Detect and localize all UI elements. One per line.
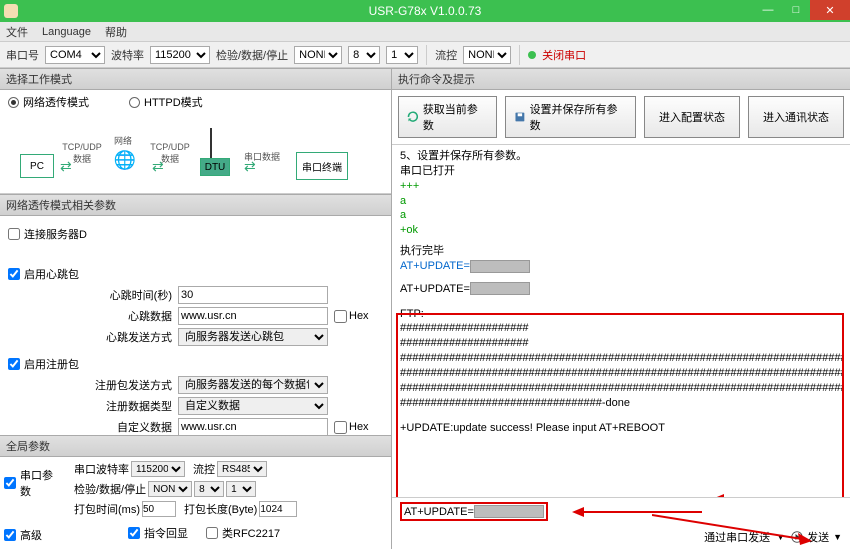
maximize-button[interactable]: □ bbox=[782, 0, 810, 20]
serial-params-checkbox[interactable] bbox=[4, 477, 16, 489]
sp-time-label: 打包时间(ms) bbox=[74, 501, 140, 517]
parity-label: 检验/数据/停止 bbox=[216, 47, 288, 63]
rfc2217-label: 类RFC2217 bbox=[222, 525, 280, 541]
heartbeat-time-label: 心跳时间(秒) bbox=[68, 287, 178, 303]
reg-enable-label: 启用注册包 bbox=[24, 356, 79, 372]
mode-httpd-radio[interactable]: HTTPD模式 bbox=[129, 94, 203, 110]
sp-stop-select[interactable]: 1 bbox=[226, 481, 256, 497]
sp-parity-label: 检验/数据/停止 bbox=[74, 481, 146, 497]
adv-checkbox[interactable] bbox=[4, 529, 16, 541]
net-label: 网络 bbox=[114, 134, 132, 147]
arrow-icon: ⇄ bbox=[244, 158, 256, 175]
menu-help[interactable]: 帮助 bbox=[105, 24, 127, 40]
log-console: 5、设置并保存所有参数。 串口已打开 +++ a a +ok 执行完毕 AT+U… bbox=[392, 145, 850, 497]
baud-select[interactable]: 115200 bbox=[150, 46, 210, 64]
enter-comm-button[interactable]: 进入通讯状态 bbox=[748, 96, 844, 138]
app-icon bbox=[4, 4, 18, 18]
reg-type-label: 注册数据类型 bbox=[68, 398, 178, 414]
reg-send-label: 注册包发送方式 bbox=[68, 377, 178, 393]
rfc2217-checkbox[interactable] bbox=[206, 527, 218, 539]
minimize-button[interactable]: — bbox=[754, 0, 782, 20]
log-line: AT+UPDATE= bbox=[400, 282, 842, 297]
save-params-button[interactable]: 设置并保存所有参数 bbox=[505, 96, 636, 138]
cmd-echo-checkbox[interactable] bbox=[128, 527, 140, 539]
adv-label: 高级 bbox=[20, 527, 42, 543]
heartbeat-send-label: 心跳发送方式 bbox=[68, 329, 178, 345]
sp-baud-select[interactable]: 115200 bbox=[131, 461, 185, 477]
log-line: +ok bbox=[400, 223, 842, 238]
log-line: a bbox=[400, 208, 842, 223]
port-status-icon bbox=[528, 51, 536, 59]
highlight-box-1 bbox=[396, 313, 844, 497]
menu-language[interactable]: Language bbox=[42, 26, 91, 38]
terminal-box: 串口终端 bbox=[296, 152, 348, 180]
conn-server-d-label: 连接服务器D bbox=[24, 226, 87, 242]
log-line: 执行完毕 bbox=[400, 244, 842, 259]
sp-parity-select[interactable]: NONE bbox=[148, 481, 192, 497]
close-port-link[interactable]: 关闭串口 bbox=[542, 47, 586, 63]
menu-bar: 文件 Language 帮助 bbox=[0, 22, 850, 42]
arrow-icon: ⇄ bbox=[60, 158, 72, 175]
sp-time-input[interactable] bbox=[142, 501, 176, 517]
reg-type-select[interactable]: 自定义数据 bbox=[178, 397, 328, 415]
send-via-label: 通过串口发送 bbox=[704, 529, 770, 545]
log-line: a bbox=[400, 194, 842, 209]
window-title: USR-G78x V1.0.0.73 bbox=[369, 4, 482, 18]
enter-config-button[interactable]: 进入配置状态 bbox=[644, 96, 740, 138]
topology-diagram: PC TCP/UDP数据 ⇄ 🌐 网络 TCP/UDP数据 ⇄ DTU 串口数据… bbox=[0, 114, 391, 194]
refresh-icon bbox=[407, 111, 419, 123]
flow-select[interactable]: NONE bbox=[463, 46, 511, 64]
log-line: AT+UPDATE= bbox=[400, 259, 842, 274]
sp-data-select[interactable]: 8 bbox=[194, 481, 224, 497]
parity-select[interactable]: NONE bbox=[294, 46, 342, 64]
global-header: 全局参数 bbox=[0, 435, 391, 457]
sp-flow-label: 流控 bbox=[193, 461, 215, 477]
get-params-button[interactable]: 获取当前参数 bbox=[398, 96, 497, 138]
log-line: 5、设置并保存所有参数。 bbox=[400, 149, 842, 164]
sp-flow-select[interactable]: RS485 bbox=[217, 461, 267, 477]
baud-label: 波特率 bbox=[111, 47, 144, 63]
reg-hex-checkbox[interactable] bbox=[334, 421, 347, 434]
heartbeat-enable-label: 启用心跳包 bbox=[24, 266, 79, 282]
log-line: +++ bbox=[400, 179, 842, 194]
workmode-header: 选择工作模式 bbox=[0, 68, 391, 90]
globe-icon: 🌐 bbox=[110, 150, 140, 171]
serial-params-label: 串口参数 bbox=[20, 467, 60, 499]
send-button[interactable]: 发送▼ bbox=[791, 529, 842, 545]
exec-header: 执行命令及提示 bbox=[392, 68, 850, 90]
cmd-echo-label: 指令回显 bbox=[144, 525, 188, 541]
stopbits-select[interactable]: 1 bbox=[386, 46, 418, 64]
flow-label: 流控 bbox=[435, 47, 457, 63]
log-line: 串口已打开 bbox=[400, 164, 842, 179]
save-icon bbox=[514, 111, 526, 123]
netparams-header: 网络透传模式相关参数 bbox=[0, 194, 391, 216]
sp-len-input[interactable] bbox=[259, 501, 297, 517]
heartbeat-time-input[interactable] bbox=[178, 286, 328, 304]
arrow-icon: ⇄ bbox=[152, 158, 164, 175]
portno-label: 串口号 bbox=[6, 47, 39, 63]
heartbeat-hex-checkbox[interactable] bbox=[334, 310, 347, 323]
reg-send-select[interactable]: 向服务器发送的每个数据包 bbox=[178, 376, 328, 394]
mode-net-radio[interactable]: 网络透传模式 bbox=[8, 94, 89, 110]
dtu-box: DTU bbox=[200, 158, 230, 176]
heartbeat-data-label: 心跳数据 bbox=[68, 308, 178, 324]
reg-custom-input[interactable] bbox=[178, 418, 328, 435]
sp-baud-label: 串口波特率 bbox=[74, 461, 129, 477]
antenna-icon bbox=[210, 128, 212, 158]
reg-enable-checkbox[interactable] bbox=[8, 358, 20, 370]
reg-custom-label: 自定义数据 bbox=[68, 419, 178, 435]
pc-box: PC bbox=[20, 154, 54, 178]
databits-select[interactable]: 8 bbox=[348, 46, 380, 64]
heartbeat-data-input[interactable] bbox=[178, 307, 328, 325]
close-button[interactable]: ✕ bbox=[810, 0, 850, 20]
conn-server-d-checkbox[interactable] bbox=[8, 228, 20, 240]
menu-file[interactable]: 文件 bbox=[6, 24, 28, 40]
send-icon bbox=[791, 531, 803, 543]
red-arrow-icon bbox=[572, 506, 702, 518]
heartbeat-send-select[interactable]: 向服务器发送心跳包 bbox=[178, 328, 328, 346]
serial-toolbar: 串口号 COM4 波特率 115200 检验/数据/停止 NONE 8 1 流控… bbox=[0, 42, 850, 68]
portno-select[interactable]: COM4 bbox=[45, 46, 105, 64]
heartbeat-enable-checkbox[interactable] bbox=[8, 268, 20, 280]
sp-len-label: 打包长度(Byte) bbox=[184, 501, 257, 517]
